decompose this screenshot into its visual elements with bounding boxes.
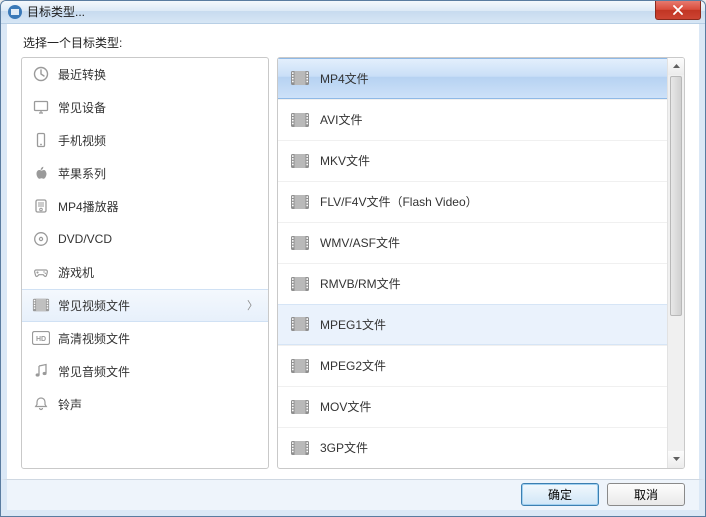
film-icon (290, 440, 310, 456)
player-icon (32, 197, 50, 215)
format-item[interactable]: FLV/F4V文件（Flash Video） (278, 181, 667, 222)
scroll-thumb[interactable] (670, 76, 682, 316)
scrollbar[interactable] (667, 58, 684, 468)
category-item[interactable]: 常见音频文件 (22, 355, 268, 388)
film-icon (290, 276, 310, 292)
music-icon (32, 362, 50, 380)
category-label: 手机视频 (58, 132, 106, 149)
film-icon (290, 399, 310, 415)
format-item[interactable]: 3GP文件 (278, 427, 667, 468)
film-icon (290, 316, 310, 332)
film-icon (290, 194, 310, 210)
category-item[interactable]: 常见设备 (22, 91, 268, 124)
category-label: 高清视频文件 (58, 330, 130, 347)
category-item[interactable]: 游戏机 (22, 256, 268, 289)
format-label: MOV文件 (320, 398, 371, 415)
hd-icon: HD (32, 329, 50, 347)
category-item[interactable]: HD 高清视频文件 (22, 322, 268, 355)
app-icon (7, 4, 23, 20)
ok-button[interactable]: 确定 (521, 483, 599, 506)
format-label: AVI文件 (320, 111, 362, 128)
category-label: 游戏机 (58, 264, 94, 281)
dialog-footer: 确定 取消 (1, 479, 705, 516)
format-item[interactable]: MP4文件 (278, 58, 667, 99)
dialog-body: 选择一个目标类型: 最近转换常见设备手机视频苹果系列 MP4播放器 DVD/VCD 游… (1, 24, 705, 479)
category-item[interactable]: 最近转换 (22, 58, 268, 91)
format-item[interactable]: MPEG2文件 (278, 345, 667, 386)
film-icon (290, 70, 310, 86)
category-label: DVD/VCD (58, 232, 112, 246)
category-label: 常见音频文件 (58, 363, 130, 380)
format-label: MPEG1文件 (320, 316, 386, 333)
format-label: FLV/F4V文件（Flash Video） (320, 193, 478, 210)
category-label: 常见视频文件 (58, 297, 130, 314)
category-item[interactable]: 铃声 (22, 388, 268, 421)
window-title: 目标类型... (27, 3, 85, 20)
format-item[interactable]: MPEG1文件 (278, 304, 667, 345)
category-label: 常见设备 (58, 99, 106, 116)
format-label: MKV文件 (320, 152, 370, 169)
close-button[interactable] (655, 1, 701, 20)
category-list[interactable]: 最近转换常见设备手机视频苹果系列 MP4播放器 DVD/VCD 游戏机常见视频文件 〉 H… (22, 58, 268, 468)
monitor-icon (32, 98, 50, 116)
format-label: RMVB/RM文件 (320, 275, 401, 292)
format-item[interactable]: RMVB/RM文件 (278, 263, 667, 304)
format-item[interactable]: MOV文件 (278, 386, 667, 427)
film-icon (290, 112, 310, 128)
format-item[interactable]: WMV/ASF文件 (278, 222, 667, 263)
disc-icon (32, 230, 50, 248)
bell-icon (32, 395, 50, 413)
format-label: 3GP文件 (320, 439, 368, 456)
category-item[interactable]: MP4播放器 (22, 190, 268, 223)
film-icon (32, 296, 50, 314)
category-pane: 最近转换常见设备手机视频苹果系列 MP4播放器 DVD/VCD 游戏机常见视频文件 〉 H… (21, 57, 269, 469)
category-item[interactable]: DVD/VCD (22, 223, 268, 256)
panes: 最近转换常见设备手机视频苹果系列 MP4播放器 DVD/VCD 游戏机常见视频文件 〉 H… (21, 57, 685, 469)
film-icon (290, 358, 310, 374)
format-label: MP4文件 (320, 70, 369, 87)
category-label: 最近转换 (58, 66, 106, 83)
category-label: 苹果系列 (58, 165, 106, 182)
clock-icon (32, 65, 50, 83)
category-label: MP4播放器 (58, 198, 119, 215)
format-list[interactable]: MP4文件 AVI文件 MKV文件 FLV/F4V文件（Flash Video） WMV… (278, 58, 667, 468)
format-pane: MP4文件 AVI文件 MKV文件 FLV/F4V文件（Flash Video） WMV… (277, 57, 685, 469)
film-icon (290, 153, 310, 169)
phone-icon (32, 131, 50, 149)
format-label: WMV/ASF文件 (320, 234, 400, 251)
category-item[interactable]: 手机视频 (22, 124, 268, 157)
film-icon (290, 235, 310, 251)
chevron-right-icon: 〉 (247, 297, 258, 313)
format-item[interactable]: AVI文件 (278, 99, 667, 140)
category-item[interactable]: 苹果系列 (22, 157, 268, 190)
scroll-up-button[interactable] (668, 58, 684, 75)
scroll-down-button[interactable] (668, 451, 684, 468)
apple-icon (32, 164, 50, 182)
cancel-button[interactable]: 取消 (607, 483, 685, 506)
format-item[interactable]: MKV文件 (278, 140, 667, 181)
titlebar[interactable]: 目标类型... (1, 1, 705, 24)
svg-text:HD: HD (36, 336, 46, 343)
prompt-label: 选择一个目标类型: (21, 34, 685, 51)
category-label: 铃声 (58, 396, 82, 413)
format-label: MPEG2文件 (320, 357, 386, 374)
dialog-window: 目标类型... 选择一个目标类型: 最近转换常见设备手机视频苹果系列 MP4播放器… (0, 0, 706, 517)
category-item[interactable]: 常见视频文件 〉 (22, 289, 268, 322)
gamepad-icon (32, 263, 50, 281)
